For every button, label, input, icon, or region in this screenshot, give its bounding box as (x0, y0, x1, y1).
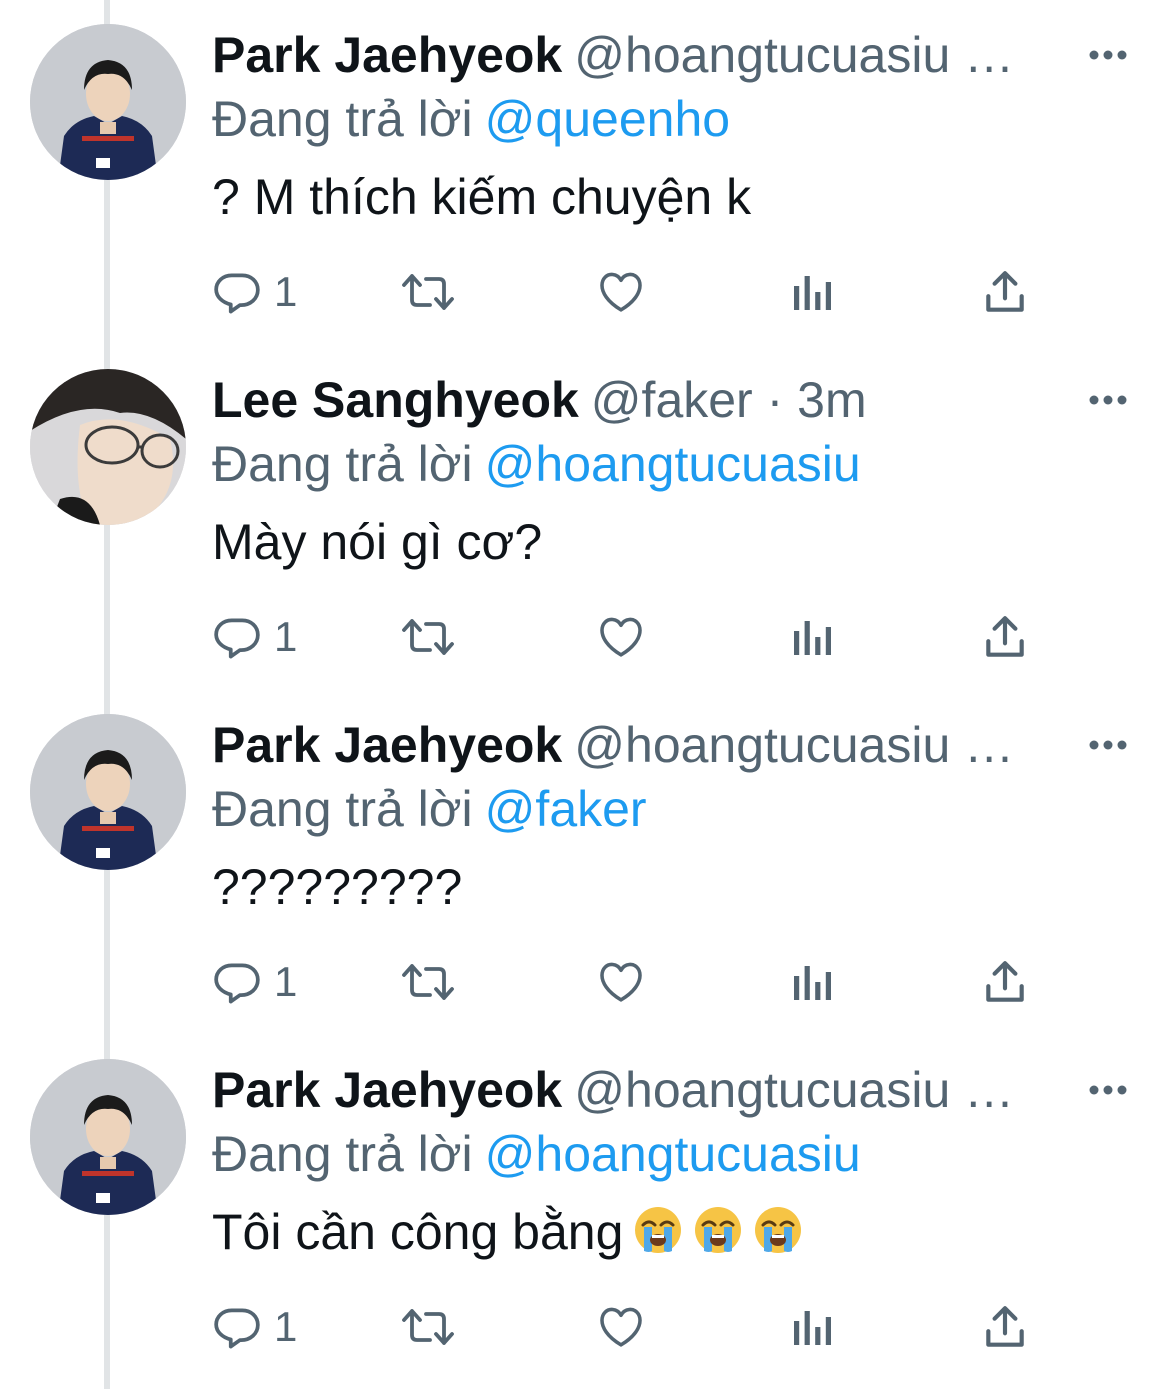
replying-to-handle[interactable]: @faker (485, 781, 647, 837)
analytics-icon (794, 1311, 831, 1345)
like-icon (600, 272, 642, 312)
replying-to-label: Đang trả lời (212, 436, 473, 492)
views-button[interactable] (790, 262, 834, 322)
reply-button[interactable]: 1 (212, 952, 297, 1012)
more-horizontal-icon[interactable] (1086, 1075, 1130, 1105)
share-button[interactable] (980, 1297, 1030, 1357)
replying-to: Đang trả lời @hoangtucuasiu (212, 1123, 861, 1185)
replying-to-handle[interactable]: @queenho (485, 91, 730, 147)
like-icon (600, 617, 642, 657)
retweet-icon (402, 1309, 454, 1345)
tweet-actions: 1 (212, 262, 1112, 322)
more-horizontal-icon[interactable] (1086, 40, 1130, 70)
tweet-actions: 1 (212, 1297, 1112, 1357)
like-icon (600, 962, 642, 1002)
tweet-text: Mày nói gì cơ? (212, 514, 543, 570)
share-button[interactable] (980, 952, 1030, 1012)
loudly-crying-face-emoji (693, 1205, 743, 1269)
avatar[interactable] (30, 714, 186, 870)
handle-and-time[interactable]: @hoangtucuasiu … (574, 1062, 1014, 1118)
retweet-button[interactable] (400, 607, 456, 667)
retweet-button[interactable] (400, 262, 456, 322)
retweet-icon (402, 964, 454, 1000)
share-button[interactable] (980, 262, 1030, 322)
avatar[interactable] (30, 24, 186, 180)
replying-to-label: Đang trả lời (212, 91, 473, 147)
reply-button[interactable]: 1 (212, 1297, 297, 1357)
loudly-crying-face-emoji (633, 1205, 683, 1269)
avatar[interactable] (30, 369, 186, 525)
more-horizontal-icon[interactable] (1086, 385, 1130, 415)
display-name[interactable]: Lee Sanghyeok (212, 372, 579, 428)
handle-and-time[interactable]: @hoangtucuasiu … (574, 27, 1014, 83)
analytics-icon (794, 621, 831, 655)
retweet-icon (402, 274, 454, 310)
tweet-actions: 1 (212, 607, 1112, 667)
like-button[interactable] (596, 607, 646, 667)
share-icon (986, 1306, 1024, 1347)
tweet[interactable]: Park Jaehyeok @hoangtucuasiu … Đang trả l… (0, 690, 1170, 1035)
retweet-icon (402, 619, 454, 655)
tweet-text: ????????? (212, 859, 463, 915)
like-icon (600, 1307, 642, 1347)
reply-icon (214, 273, 260, 314)
handle-and-time[interactable]: @faker · 3m (591, 372, 867, 428)
retweet-button[interactable] (400, 1297, 456, 1357)
tweet-text: ? M thích kiếm chuyện k (212, 169, 752, 225)
tweet[interactable]: Park Jaehyeok @hoangtucuasiu … Đang trả l… (0, 1035, 1170, 1380)
share-icon (986, 616, 1024, 657)
reply-count: 1 (274, 1303, 298, 1350)
reply-count: 1 (274, 268, 298, 315)
reply-count: 1 (274, 958, 298, 1005)
analytics-icon (794, 276, 831, 310)
tweet[interactable]: Lee Sanghyeok @faker · 3m Đang trả lời @ho… (0, 345, 1170, 690)
loudly-crying-face-emoji (753, 1205, 803, 1269)
replying-to: Đang trả lời @faker (212, 778, 647, 840)
share-icon (986, 271, 1024, 312)
replying-to: Đang trả lời @queenho (212, 88, 730, 150)
replying-to-label: Đang trả lời (212, 781, 473, 837)
replying-to-handle[interactable]: @hoangtucuasiu (485, 1126, 861, 1182)
reply-button[interactable]: 1 (212, 262, 297, 322)
reply-icon (214, 618, 260, 659)
reply-icon (214, 963, 260, 1004)
like-button[interactable] (596, 1297, 646, 1357)
handle-and-time[interactable]: @hoangtucuasiu … (574, 717, 1014, 773)
reply-count: 1 (274, 613, 298, 660)
like-button[interactable] (596, 952, 646, 1012)
reply-button[interactable]: 1 (212, 607, 297, 667)
like-button[interactable] (596, 262, 646, 322)
replying-to-label: Đang trả lời (212, 1126, 473, 1182)
replying-to-handle[interactable]: @hoangtucuasiu (485, 436, 861, 492)
reply-icon (214, 1308, 260, 1349)
avatar[interactable] (30, 1059, 186, 1215)
tweet[interactable]: Park Jaehyeok @hoangtucuasiu … Đang trả l… (0, 0, 1170, 345)
more-horizontal-icon[interactable] (1086, 730, 1130, 760)
retweet-button[interactable] (400, 952, 456, 1012)
share-button[interactable] (980, 607, 1030, 667)
display-name[interactable]: Park Jaehyeok (212, 717, 562, 773)
display-name[interactable]: Park Jaehyeok (212, 27, 562, 83)
analytics-icon (794, 966, 831, 1000)
tweet-text-content: Tôi cần công bằng (212, 1204, 624, 1260)
views-button[interactable] (790, 952, 834, 1012)
tweet-actions: 1 (212, 952, 1112, 1012)
display-name[interactable]: Park Jaehyeok (212, 1062, 562, 1118)
views-button[interactable] (790, 1297, 834, 1357)
tweet-text: Tôi cần công bằng (212, 1201, 803, 1263)
share-icon (986, 961, 1024, 1002)
replying-to: Đang trả lời @hoangtucuasiu (212, 433, 861, 495)
views-button[interactable] (790, 607, 834, 667)
